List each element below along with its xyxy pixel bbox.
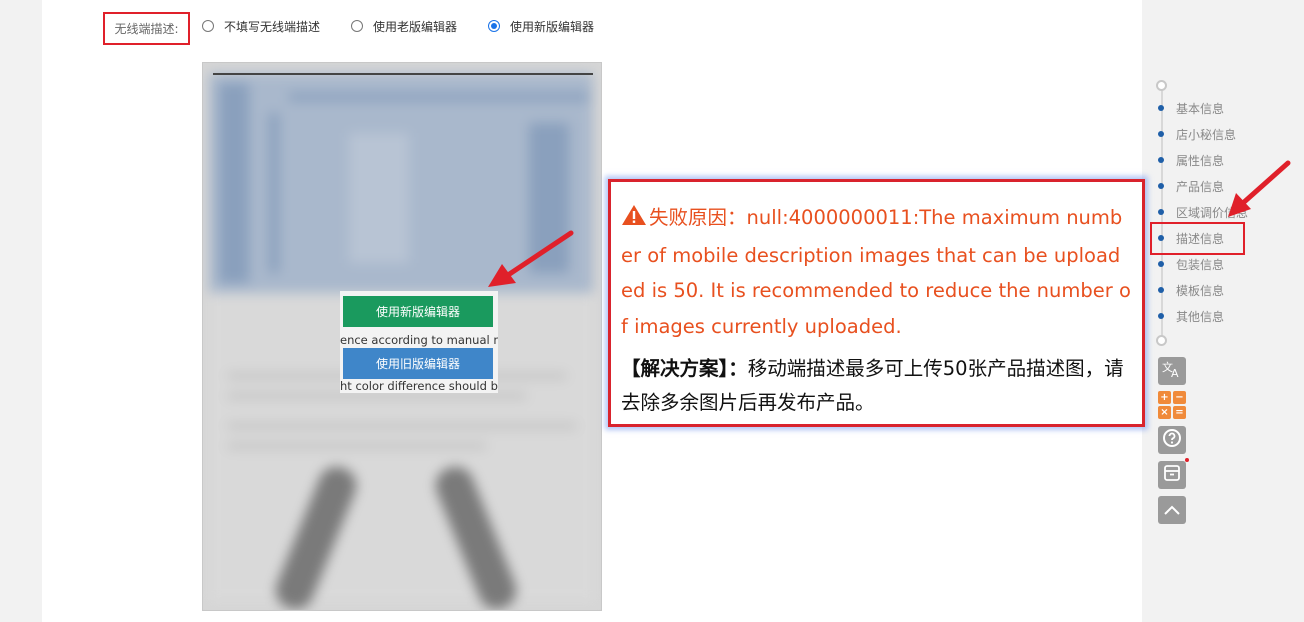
nav-item-attribute-info[interactable]: 属性信息 — [1158, 150, 1224, 170]
radio-label: 使用老版编辑器 — [373, 19, 458, 34]
solution: 【解决方案】：移动端描述最多可上传50张产品描述图，请去除多余图片后再发布产品。 — [621, 352, 1132, 420]
use-old-editor-button[interactable]: 使用旧版编辑器 — [343, 348, 493, 379]
error-title: 失败原因： — [649, 206, 747, 229]
error-message-panel: 失败原因：null:4000000011:The maximum number … — [608, 179, 1145, 427]
calculator-key: − — [1173, 391, 1186, 404]
translate-icon: 文A — [1162, 360, 1182, 382]
nav-dot — [1158, 131, 1164, 137]
nav-item-label: 其他信息 — [1176, 309, 1225, 324]
help-button[interactable] — [1158, 426, 1186, 454]
preview-snippet-text: ht color difference should b — [340, 379, 498, 393]
svg-text:A: A — [1171, 367, 1179, 378]
archive-icon — [1163, 464, 1181, 486]
nav-item-regional-pricing[interactable]: 区域调价信息 — [1158, 202, 1248, 222]
nav-item-basic-info[interactable]: 基本信息 — [1158, 98, 1224, 118]
warning-icon — [621, 202, 647, 238]
side-nav-end-marker — [1156, 335, 1167, 346]
nav-item-label: 基本信息 — [1176, 101, 1225, 116]
nav-item-label: 区域调价信息 — [1176, 205, 1249, 220]
preview-top-rule — [213, 73, 593, 75]
nav-item-other-info[interactable]: 其他信息 — [1158, 306, 1224, 326]
nav-item-label: 产品信息 — [1176, 179, 1225, 194]
help-icon — [1162, 428, 1182, 452]
radio-label: 不填写无线端描述 — [224, 19, 321, 34]
nav-item-packaging-info[interactable]: 包装信息 — [1158, 254, 1224, 274]
nav-item-store-info[interactable]: 店小秘信息 — [1158, 124, 1236, 144]
nav-dot — [1158, 209, 1164, 215]
radio-new-editor[interactable]: 使用新版编辑器 — [488, 17, 594, 35]
nav-dot — [1158, 105, 1164, 111]
translate-button[interactable]: 文A — [1158, 357, 1186, 385]
nav-item-product-info[interactable]: 产品信息 — [1158, 176, 1224, 196]
editor-choice-box: 使用新版编辑器 ence according to manual m 使用旧版编… — [340, 291, 498, 393]
solution-label: 【解决方案】： — [621, 357, 748, 380]
radio-circle-checked[interactable] — [488, 20, 500, 32]
radio-circle[interactable] — [351, 20, 363, 32]
radio-circle[interactable] — [202, 20, 214, 32]
nav-dot — [1158, 183, 1164, 189]
archive-button[interactable] — [1158, 461, 1186, 489]
back-to-top-icon — [1163, 501, 1181, 520]
radio-old-editor[interactable]: 使用老版编辑器 — [351, 17, 457, 35]
nav-dot — [1158, 261, 1164, 267]
radio-label: 使用新版编辑器 — [510, 19, 595, 34]
nav-item-label: 店小秘信息 — [1176, 127, 1237, 142]
error-reason: 失败原因：null:4000000011:The maximum number … — [621, 200, 1132, 344]
calculator-icon: + — [1158, 391, 1171, 404]
preview-snippet-text: ence according to manual m — [340, 333, 498, 347]
nav-item-label: 包装信息 — [1176, 257, 1225, 272]
calculator-button[interactable]: + − × = — [1158, 391, 1186, 420]
side-nav-start-marker — [1156, 80, 1167, 91]
nav-item-label: 模板信息 — [1176, 283, 1225, 298]
nav-dot — [1158, 287, 1164, 293]
back-to-top-button[interactable] — [1158, 496, 1186, 524]
nav-highlight-box — [1150, 222, 1245, 255]
use-new-editor-button[interactable]: 使用新版编辑器 — [343, 296, 493, 327]
mobile-description-preview: 使用新版编辑器 ence according to manual m 使用旧版编… — [202, 62, 602, 611]
nav-item-label: 属性信息 — [1176, 153, 1225, 168]
nav-dot — [1158, 157, 1164, 163]
notification-dot — [1185, 458, 1189, 462]
calculator-key: × — [1158, 406, 1171, 419]
radio-no-mobile-description[interactable]: 不填写无线端描述 — [202, 17, 320, 35]
nav-item-template-info[interactable]: 模板信息 — [1158, 280, 1224, 300]
nav-dot — [1158, 313, 1164, 319]
mobile-description-label: 无线端描述: — [103, 12, 190, 45]
calculator-key: = — [1173, 406, 1186, 419]
